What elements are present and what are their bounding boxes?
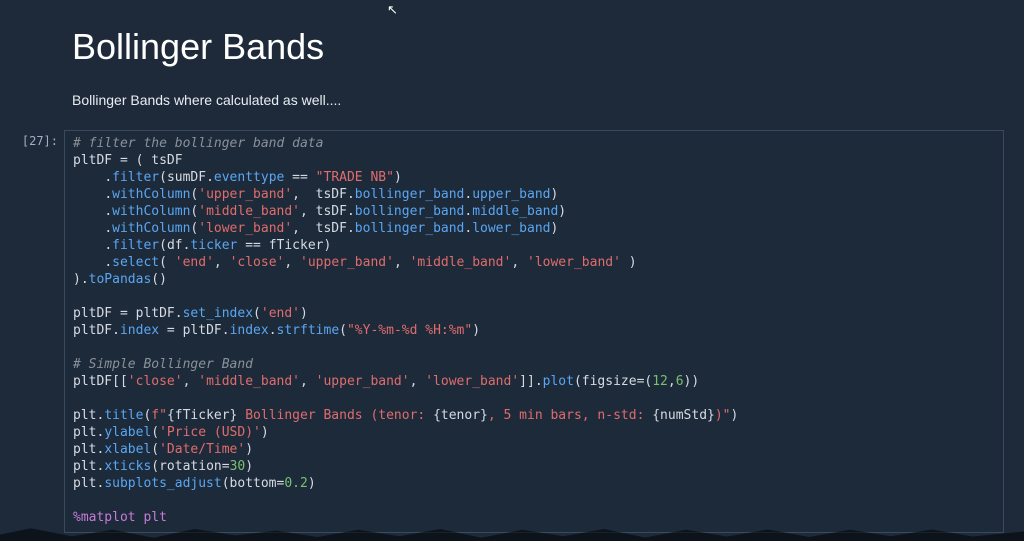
- code-cell: [27]: # filter the bollinger band data p…: [0, 130, 1024, 533]
- cell-prompt: [27]:: [0, 130, 64, 533]
- section-heading: Bollinger Bands: [72, 26, 1024, 68]
- section-description: Bollinger Bands where calculated as well…: [72, 92, 1024, 108]
- code-input-area[interactable]: # filter the bollinger band data pltDF =…: [64, 130, 1004, 533]
- notebook-content: Bollinger Bands Bollinger Bands where ca…: [0, 0, 1024, 533]
- code-text[interactable]: # filter the bollinger band data pltDF =…: [73, 135, 995, 526]
